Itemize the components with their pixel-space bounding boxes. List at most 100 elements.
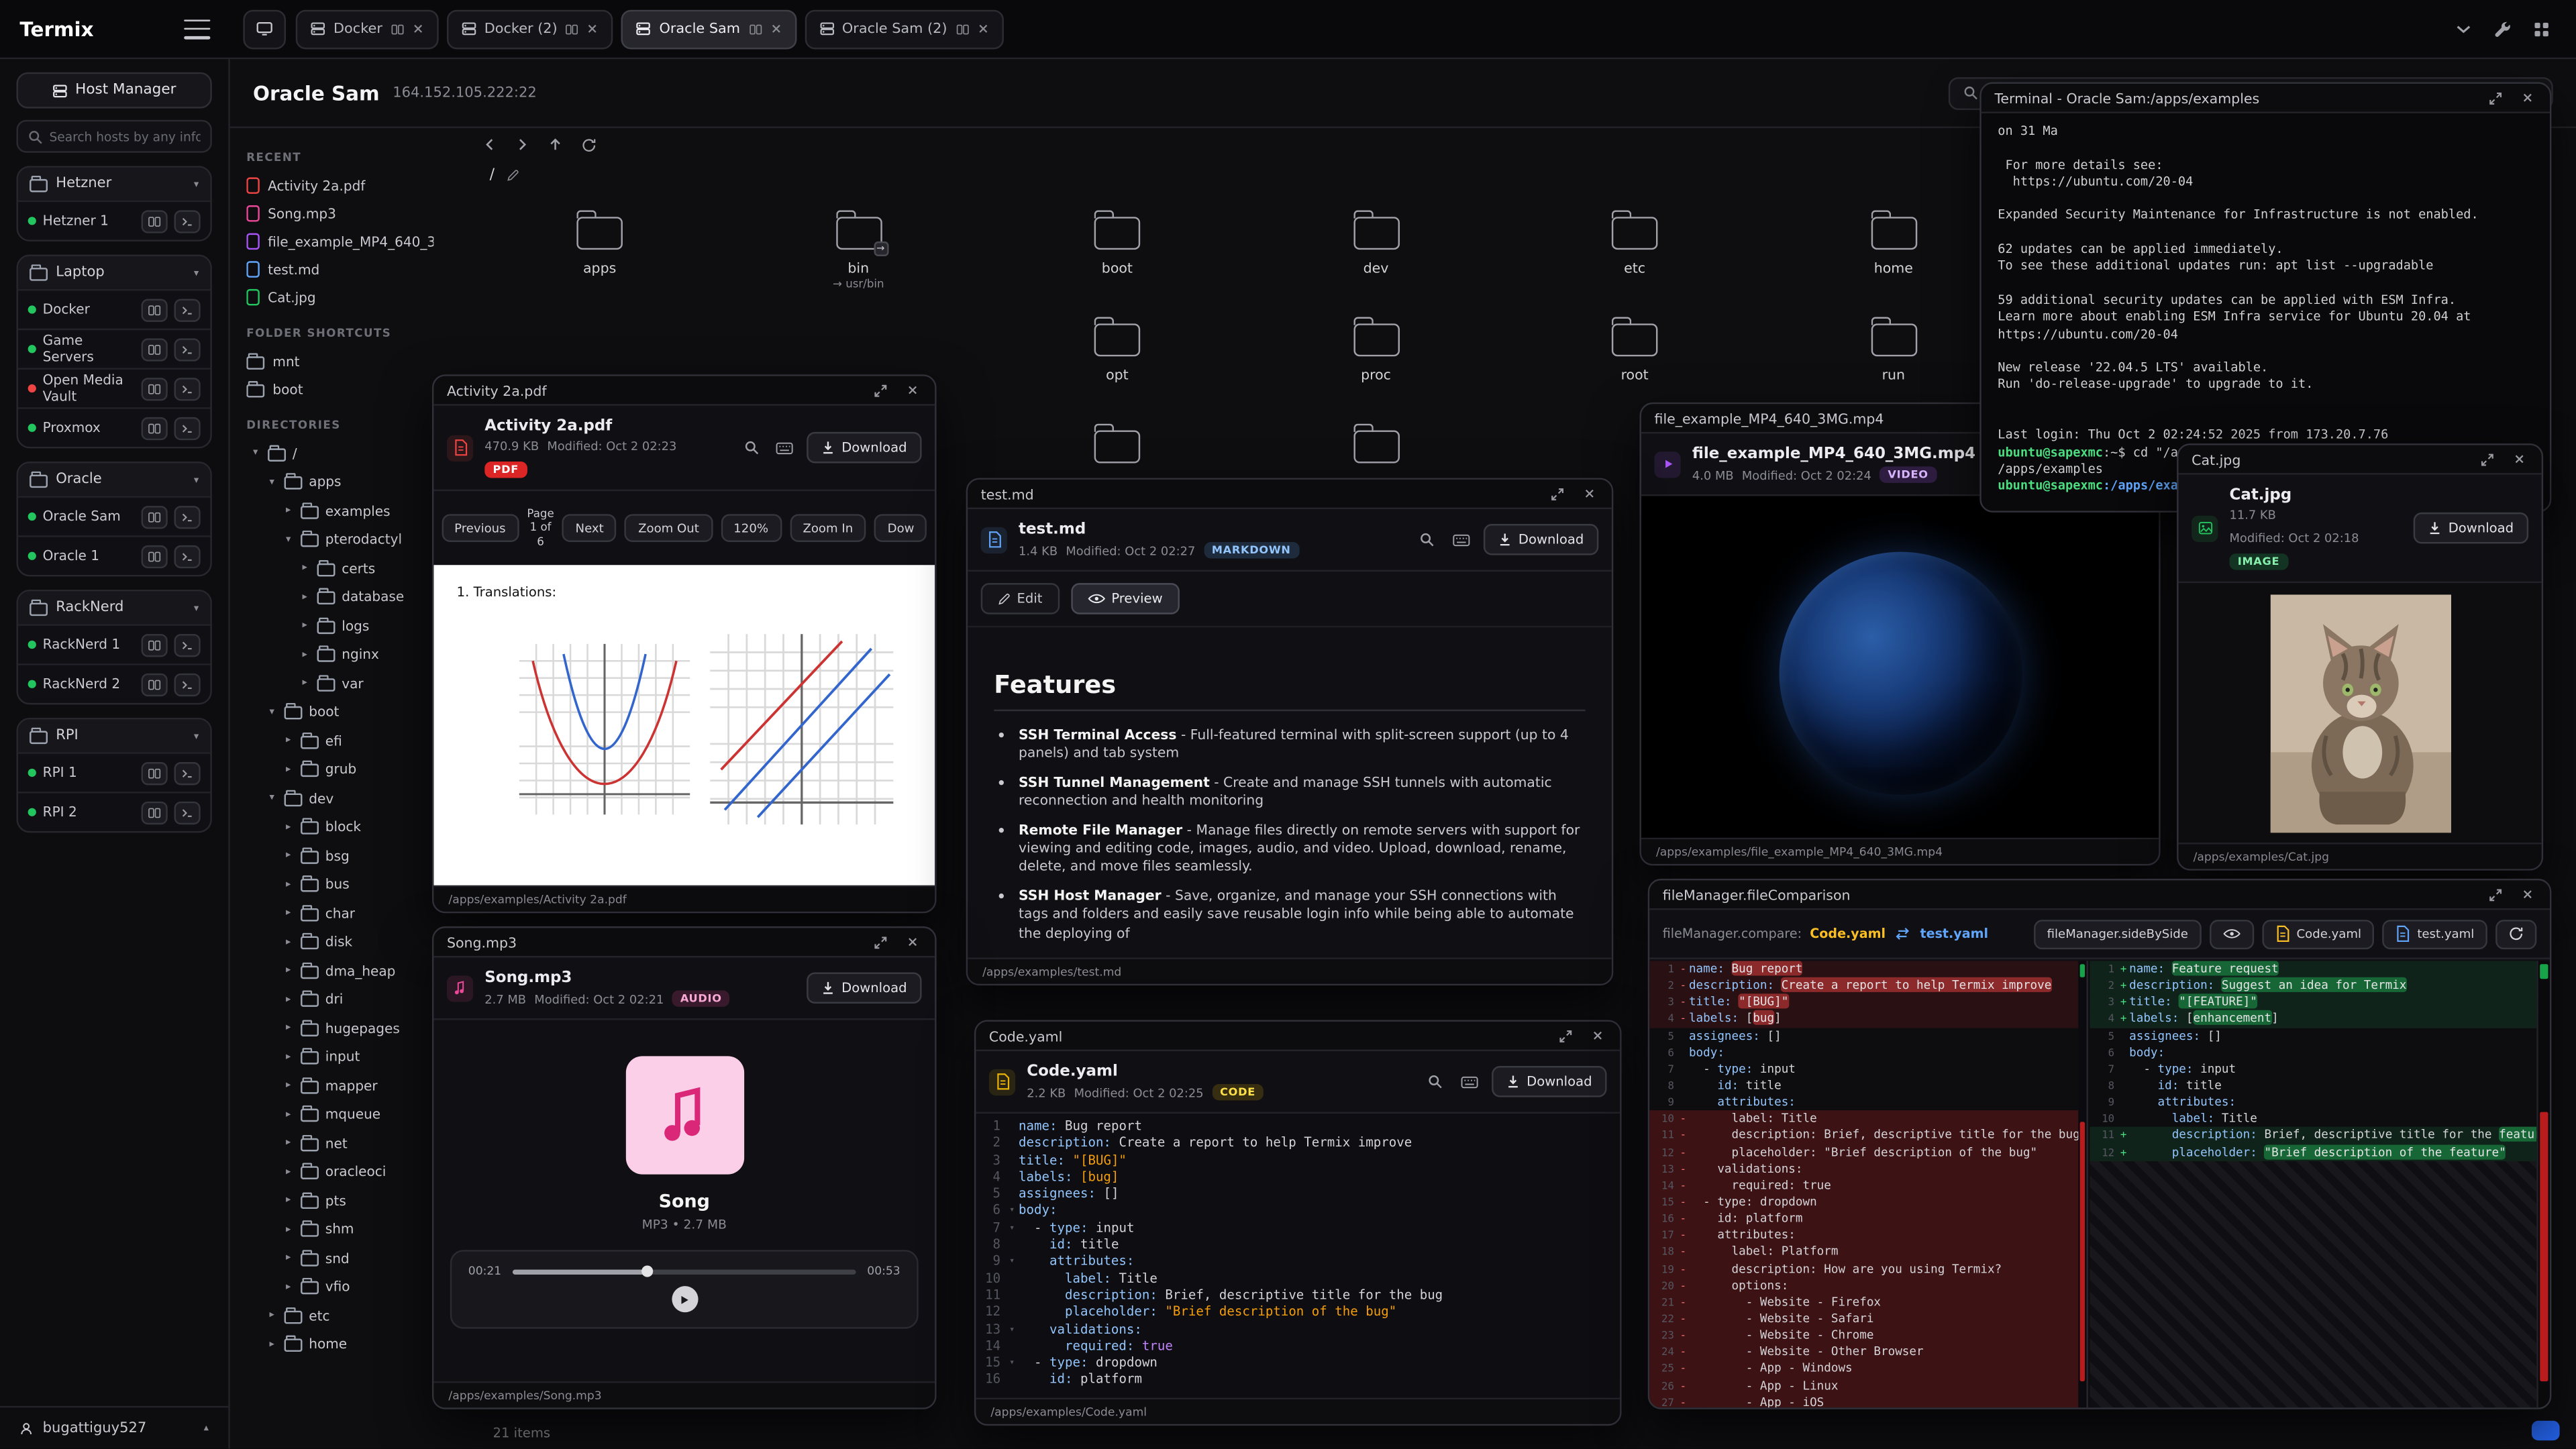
connect-button[interactable] [142,337,168,360]
tree-item-oracleoci[interactable]: ▸oracleoci [246,1157,433,1186]
tree-item-logs[interactable]: ▸logs [246,611,433,640]
chevron-right-icon[interactable]: ▸ [282,878,294,890]
host-oracle-sam[interactable]: Oracle Sam [18,496,210,535]
seek-slider[interactable] [513,1269,856,1273]
back-icon[interactable] [480,135,499,154]
recent-item-activity-2a-pdf[interactable]: Activity 2a.pdf [246,171,433,199]
connect-button[interactable] [142,298,168,321]
chevron-right-icon[interactable]: ▸ [282,1195,294,1206]
close-tab-icon[interactable] [412,23,423,34]
tree-item-bsg[interactable]: ▸bsg [246,841,433,870]
folder-cell-bin[interactable]: →bin→ usr/bin [735,204,982,306]
chevron-down-icon[interactable]: ▾ [250,447,261,459]
close-icon[interactable] [2517,884,2536,904]
group-header-rpi[interactable]: RPI▾ [18,719,210,752]
close-icon[interactable] [902,932,921,951]
close-icon[interactable] [902,380,921,400]
chevron-right-icon[interactable]: ▸ [299,649,311,660]
tree-item-dri[interactable]: ▸dri [246,985,433,1014]
chevron-right-icon[interactable]: ▸ [282,1166,294,1177]
terminal-button[interactable] [174,673,201,696]
download-button[interactable]: Download [807,432,922,464]
tab-docker-2[interactable]: Docker (2) [446,9,613,48]
host-manager-button[interactable]: Host Manager [16,72,211,109]
tree-item-dev[interactable]: ▾dev [246,784,433,812]
connect-button[interactable] [142,209,168,232]
tree-item-net[interactable]: ▸net [246,1128,433,1157]
sidebar-toggle-icon[interactable] [184,19,210,38]
shortcut-boot[interactable]: boot [246,374,433,402]
search-icon[interactable] [1415,528,1438,551]
diff-scrollbar[interactable] [2536,961,2550,1407]
connect-button[interactable] [142,505,168,528]
recent-item-cat-jpg[interactable]: Cat.jpg [246,282,433,311]
chevron-right-icon[interactable]: ▸ [299,620,311,631]
chevron-down-icon[interactable]: ▾ [282,533,294,545]
tree-item-certs[interactable]: ▸certs [246,553,433,582]
terminal-button[interactable] [174,505,201,528]
chevron-right-icon[interactable]: ▸ [282,1108,294,1120]
tree-item-dma-heap[interactable]: ▸dma_heap [246,956,433,985]
window-titlebar[interactable]: Terminal - Oracle Sam:/apps/examples [1981,84,2550,113]
next-page-button[interactable]: Next [562,515,617,543]
download-button[interactable]: Download [1484,524,1598,555]
tree-item-shm[interactable]: ▸shm [246,1215,433,1244]
tree-item-bus[interactable]: ▸bus [246,869,433,898]
close-tab-icon[interactable] [587,23,599,34]
window-titlebar[interactable]: fileManager.fileComparison [1649,880,2550,910]
split-view-icon[interactable] [748,22,762,36]
close-tab-icon[interactable] [977,23,988,34]
tree-item-disk[interactable]: ▸disk [246,927,433,956]
window-titlebar[interactable]: Song.mp3 [433,928,935,957]
chevron-right-icon[interactable]: ▸ [282,1223,294,1234]
tab-oracle-sam[interactable]: Oracle Sam [621,9,796,48]
tree-item-apps[interactable]: ▾apps [246,468,433,496]
expand-icon[interactable] [2477,449,2497,469]
close-icon[interactable] [2509,449,2528,469]
refresh-button[interactable] [2495,919,2536,949]
terminal-button[interactable] [174,801,201,824]
folder-cell-opt[interactable]: opt [994,311,1240,413]
terminal-button[interactable] [174,337,201,360]
tree-item-mqueue[interactable]: ▸mqueue [246,1099,433,1128]
refresh-icon[interactable] [578,135,598,154]
tree-item-nginx[interactable]: ▸nginx [246,640,433,669]
chevron-down-icon[interactable]: ▾ [266,476,278,487]
group-header-laptop[interactable]: Laptop▾ [18,256,210,289]
terminal-button[interactable] [174,761,201,784]
chevron-right-icon[interactable]: ▸ [282,763,294,775]
tree-item-boot[interactable]: ▾boot [246,697,433,726]
chevron-right-icon[interactable]: ▸ [282,994,294,1005]
window-titlebar[interactable]: Cat.jpg [2179,445,2542,475]
chevron-right-icon[interactable]: ▸ [282,965,294,976]
group-header-oracle[interactable]: Oracle▾ [18,463,210,496]
host-rpi-1[interactable]: RPI 1 [18,752,210,792]
chevron-right-icon[interactable]: ▸ [282,907,294,918]
image-canvas[interactable] [2179,583,2542,843]
diff-pane-right[interactable]: 1+name: Feature request2+description: Su… [2090,961,2536,1407]
tree-item-home[interactable]: ▸home [246,1330,433,1358]
chevron-right-icon[interactable]: ▸ [282,1281,294,1292]
tree-item-input[interactable]: ▸input [246,1042,433,1071]
tree-item-etc[interactable]: ▸etc [246,1301,433,1330]
chevron-right-icon[interactable]: ▸ [282,1252,294,1263]
host-docker[interactable]: Docker [18,289,210,329]
play-button[interactable] [671,1286,697,1312]
host-racknerd-1[interactable]: RackNerd 1 [18,624,210,663]
keyboard-icon[interactable] [1457,1070,1480,1093]
connect-button[interactable] [142,801,168,824]
connect-button[interactable] [142,377,168,400]
download-button[interactable]: Download [807,972,922,1004]
group-header-racknerd[interactable]: RackNerd▾ [18,591,210,624]
chevron-right-icon[interactable]: ▸ [299,591,311,602]
terminal-button[interactable] [174,298,201,321]
chevron-right-icon[interactable]: ▸ [266,1338,278,1350]
keyboard-icon[interactable] [774,436,796,459]
chevron-right-icon[interactable]: ▸ [299,677,311,688]
apps-grid-icon[interactable] [2530,17,2553,40]
preview-button[interactable]: Preview [1070,583,1179,614]
chevron-right-icon[interactable]: ▸ [266,1309,278,1321]
search-icon[interactable] [1423,1070,1446,1093]
chevron-right-icon[interactable]: ▸ [282,1079,294,1091]
host-racknerd-2[interactable]: RackNerd 2 [18,663,210,703]
